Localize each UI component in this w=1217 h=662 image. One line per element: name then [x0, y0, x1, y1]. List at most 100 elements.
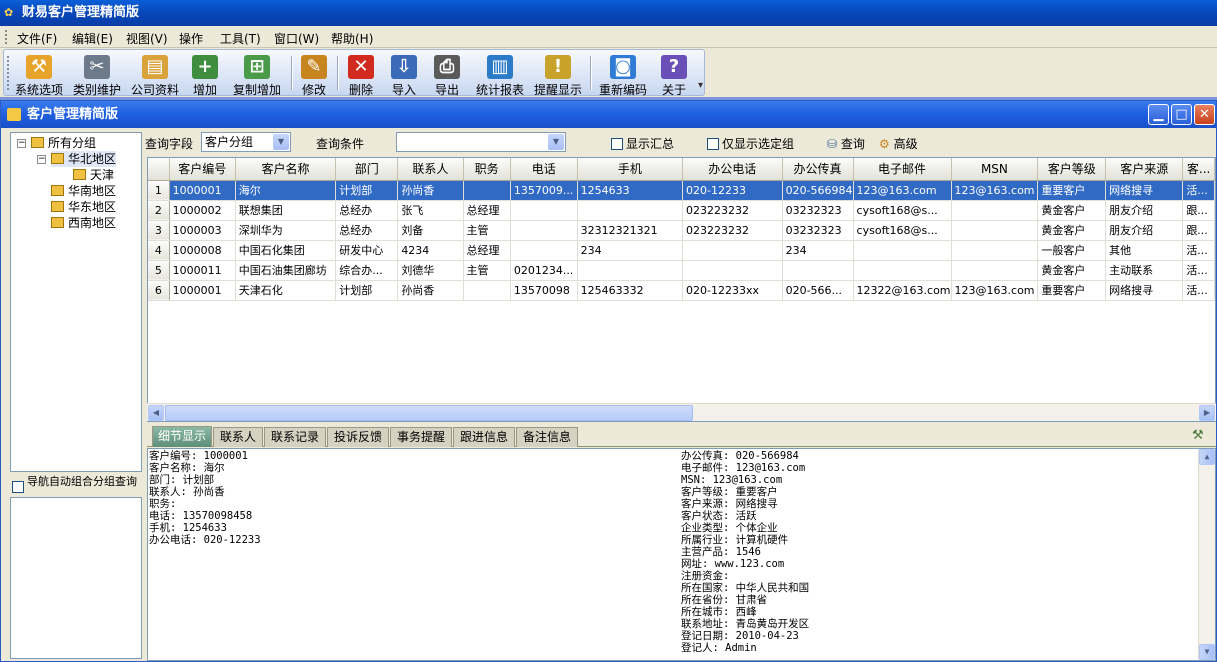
wrench-icon: ⚒ — [26, 55, 52, 79]
detail-line: 手机: 1254633 — [149, 522, 227, 534]
settings-icon[interactable]: ⚒ — [1192, 428, 1210, 444]
column-header[interactable]: 客... — [1182, 158, 1215, 181]
company-info-button[interactable]: ▤ 公司资料 — [128, 50, 182, 97]
tree-node-south[interactable]: 华南地区 — [51, 183, 116, 199]
only-selected-group-checkbox[interactable]: 仅显示选定组 — [707, 135, 794, 152]
scroll-down-icon[interactable]: ▼ — [1199, 644, 1215, 660]
row-number[interactable]: 2 — [148, 200, 170, 221]
scroll-right-icon[interactable]: ▶ — [1199, 405, 1215, 421]
scroll-thumb[interactable] — [165, 405, 693, 421]
tree-node-east[interactable]: 华东地区 — [51, 199, 116, 215]
tab-notes[interactable]: 备注信息 — [516, 427, 578, 447]
minimize-button[interactable]: ▁ — [1148, 104, 1169, 125]
row-number[interactable]: 4 — [148, 240, 170, 261]
menu-operate[interactable]: 操作 — [179, 30, 203, 47]
tree-node-all[interactable]: 所有分组 — [31, 135, 96, 151]
row-number[interactable]: 1 — [148, 180, 170, 201]
menu-edit[interactable]: 编辑(E) — [72, 30, 113, 47]
show-summary-checkbox[interactable]: 显示汇总 — [611, 135, 674, 152]
recode-button[interactable]: ◙ 重新编码 — [595, 50, 651, 97]
query-condition-select[interactable]: ▼ — [396, 132, 566, 152]
column-header[interactable]: 电子邮件 — [853, 158, 952, 181]
table-row[interactable]: 4 1000008 中国石化集团 研发中心 4234 总经理 234 234 一般客户 其他 活..… — [148, 240, 1215, 261]
toolbar-separator — [291, 56, 292, 90]
menu-view[interactable]: 视图(V) — [126, 30, 168, 47]
row-number[interactable]: 3 — [148, 220, 170, 241]
horizontal-scrollbar[interactable]: ◀ ▶ — [147, 403, 1216, 421]
maximize-button[interactable]: □ — [1171, 104, 1192, 125]
detail-line: 所在省份: 甘肃省 — [681, 594, 768, 606]
column-header[interactable]: 手机 — [577, 158, 684, 181]
chevron-down-icon[interactable]: ▼ — [548, 134, 564, 150]
checkbox-box[interactable] — [12, 481, 24, 493]
grid-header: 客户编号 客户名称 部门 联系人 职务 电话 手机 办公电话 办公传真 电子邮件 MSN 客户等级 客户… — [148, 158, 1215, 181]
detail-line: 登记日期: 2010-04-23 — [681, 630, 799, 642]
table-cell: 朋友介绍 — [1105, 200, 1184, 221]
advanced-button[interactable]: ⚙ 高级 — [879, 135, 918, 152]
close-button[interactable]: ✕ — [1194, 104, 1215, 125]
tab-contacts[interactable]: 联系人 — [213, 427, 263, 447]
reminder-display-button[interactable]: ! 提醒显示 — [531, 50, 585, 97]
table-row[interactable]: 5 1000011 中国石油集团廊坊 综合办... 刘德华 主管 0201234... 黄金客… — [148, 260, 1215, 281]
column-header[interactable]: 办公电话 — [682, 158, 783, 181]
scroll-left-icon[interactable]: ◀ — [148, 405, 164, 421]
table-row[interactable]: 2 1000002 联想集团 总经办 张飞 总经理 023223232 03232323 cys… — [148, 200, 1215, 221]
table-row[interactable]: 3 1000003 深圳华为 总经办 刘备 主管 32312321321 023223232 0… — [148, 220, 1215, 241]
edit-button[interactable]: ✎ 修改 — [296, 50, 332, 97]
column-header[interactable]: 客户名称 — [235, 158, 337, 181]
menu-help[interactable]: 帮助(H) — [331, 30, 373, 47]
nav-auto-group-checkbox[interactable]: 导航自动组合分组查询 — [10, 476, 142, 497]
menu-file[interactable]: 文件(F) — [17, 30, 57, 47]
column-header[interactable]: 职务 — [463, 158, 511, 181]
import-button[interactable]: ⇩ 导入 — [386, 50, 422, 97]
delete-button[interactable]: ✕ 删除 — [343, 50, 379, 97]
column-header[interactable]: 部门 — [335, 158, 399, 181]
table-cell: 黄金客户 — [1037, 200, 1107, 221]
collapse-icon[interactable]: − — [37, 155, 46, 164]
column-header[interactable]: 联系人 — [397, 158, 464, 181]
row-number[interactable]: 5 — [148, 260, 170, 281]
tab-reminders[interactable]: 事务提醒 — [390, 427, 452, 447]
search-button[interactable]: ⛁ 查询 — [827, 135, 865, 152]
tab-detail[interactable]: 细节显示 — [152, 426, 212, 447]
collapse-icon[interactable]: − — [17, 139, 26, 148]
column-header[interactable]: 电话 — [510, 158, 578, 181]
tree-node-southwest[interactable]: 西南地区 — [51, 215, 116, 231]
query-field-select[interactable]: 客户分组 ▼ — [201, 132, 291, 152]
menu-tools[interactable]: 工具(T) — [220, 30, 261, 47]
table-cell: 1000001 — [169, 180, 236, 201]
table-row[interactable]: 1 1000001 海尔 计划部 孙尚香 1357009... 1254633 020-122… — [148, 180, 1215, 201]
about-button[interactable]: ? 关于 — [656, 50, 692, 97]
copy-add-button[interactable]: ⊞ 复制增加 — [229, 50, 285, 97]
toolbar-grip[interactable] — [7, 56, 10, 90]
menu-grip[interactable] — [5, 30, 8, 44]
column-header[interactable]: 客户来源 — [1105, 158, 1184, 181]
tree-node-north[interactable]: 华北地区 — [51, 151, 117, 167]
table-cell — [463, 180, 511, 201]
chevron-down-icon[interactable]: ▼ — [273, 134, 289, 150]
row-number[interactable]: 6 — [148, 280, 170, 301]
checkbox-box[interactable] — [611, 138, 623, 150]
tab-contact-records[interactable]: 联系记录 — [264, 427, 326, 447]
menu-window[interactable]: 窗口(W) — [274, 30, 319, 47]
tree-node-tianjin[interactable]: 天津 — [73, 167, 114, 183]
system-options-button[interactable]: ⚒ 系统选项 — [12, 50, 66, 97]
detail-line: 办公电话: 020-12233 — [149, 534, 261, 546]
category-maintain-button[interactable]: ✂ 类别维护 — [70, 50, 124, 97]
scroll-up-icon[interactable]: ▲ — [1199, 449, 1215, 465]
column-header[interactable]: 办公传真 — [782, 158, 854, 181]
vertical-scrollbar[interactable]: ▲ ▼ — [1198, 449, 1215, 660]
export-button[interactable]: ⎙ 导出 — [429, 50, 465, 97]
add-button[interactable]: + 增加 — [187, 50, 223, 97]
stats-report-button[interactable]: ▥ 统计报表 — [473, 50, 527, 97]
checkbox-box[interactable] — [707, 138, 719, 150]
table-row[interactable]: 6 1000001 天津石化 计划部 孙尚香 13570098 125463332 020-1… — [148, 280, 1215, 301]
tab-follow-up[interactable]: 跟进信息 — [453, 427, 515, 447]
toolbar-overflow-icon[interactable]: ▾ — [698, 80, 703, 91]
tab-complaints[interactable]: 投诉反馈 — [327, 427, 389, 447]
column-header[interactable]: 客户等级 — [1037, 158, 1107, 181]
column-header[interactable]: MSN — [951, 158, 1039, 181]
advanced-icon: ⚙ — [879, 137, 890, 151]
detail-left-column: 客户编号: 1000001 客户名称: 海尔 部门: 计划部 联系人: 孙尚香 职务: 电… — [149, 450, 261, 546]
column-header[interactable]: 客户编号 — [169, 158, 236, 181]
